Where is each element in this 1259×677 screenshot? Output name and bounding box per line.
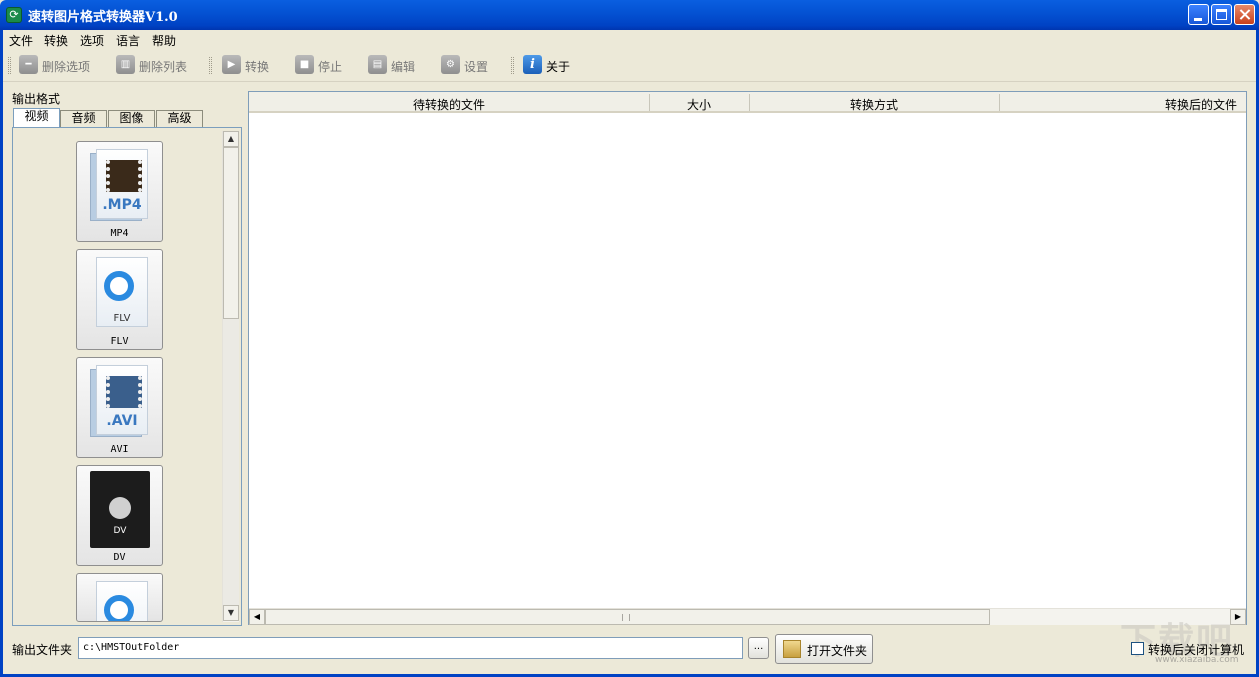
- menu-help[interactable]: 帮助: [152, 32, 176, 49]
- format-scrollbar[interactable]: ▲ ▼: [222, 131, 239, 622]
- open-folder-button[interactable]: 打开文件夹: [775, 634, 873, 664]
- shutdown-checkbox[interactable]: [1131, 642, 1144, 655]
- toolbar-grip[interactable]: [511, 57, 514, 74]
- format-mp4[interactable]: .MP4 MP4: [76, 141, 163, 242]
- info-icon: i: [523, 55, 542, 74]
- format-label: AVI: [110, 444, 129, 455]
- format-label: DV: [113, 552, 126, 563]
- play-icon: ▶: [222, 55, 241, 74]
- scroll-down-icon[interactable]: ▼: [223, 605, 239, 621]
- scroll-thumb[interactable]: [223, 147, 239, 319]
- scroll-up-icon[interactable]: ▲: [223, 131, 239, 147]
- menu-options[interactable]: 选项: [80, 32, 104, 49]
- format-next[interactable]: [76, 573, 163, 622]
- col-source-file[interactable]: 待转换的文件: [249, 96, 649, 113]
- minimize-button[interactable]: [1188, 4, 1209, 25]
- toolbar: ━ 删除选项 ▥ 删除列表 ▶ 转换 ■ 停止 ▤ 编辑 ⚙ 设置 i 关于: [3, 48, 1256, 82]
- stop-icon: ■: [295, 55, 314, 74]
- app-icon[interactable]: ⟳: [6, 7, 22, 23]
- file-list-hscrollbar[interactable]: ◀ ▶: [249, 608, 1246, 625]
- window-title: 速转图片格式转换器V1.0: [28, 10, 178, 25]
- avi-file-icon: .AVI: [90, 365, 148, 438]
- mp4-file-icon: .MP4: [90, 149, 148, 222]
- menu-convert[interactable]: 转换: [44, 32, 68, 49]
- output-format-label: 输出格式: [12, 92, 61, 106]
- tab-image[interactable]: 图像: [108, 110, 155, 127]
- tab-audio[interactable]: 音频: [60, 110, 107, 127]
- toolbar-grip[interactable]: [209, 57, 212, 74]
- file-list-header: 待转换的文件 大小 转换方式 转换后的文件: [249, 92, 1246, 113]
- tab-video[interactable]: 视频: [13, 108, 60, 127]
- shutdown-label[interactable]: 转换后关闭计算机: [1148, 641, 1244, 658]
- gear-icon: ⚙: [441, 55, 460, 74]
- maximize-button[interactable]: [1211, 4, 1232, 25]
- maximize-icon: [1216, 9, 1227, 20]
- menu-file[interactable]: 文件: [9, 32, 33, 49]
- film-edit-icon: ▤: [368, 55, 387, 74]
- format-label: MP4: [110, 228, 129, 239]
- tab-advanced[interactable]: 高级: [156, 110, 203, 127]
- output-folder-input[interactable]: c:\HMSTOutFolder: [78, 637, 743, 659]
- col-output-file[interactable]: 转换后的文件: [999, 96, 1237, 113]
- format-label: FLV: [110, 336, 129, 347]
- close-button[interactable]: [1234, 4, 1255, 25]
- flv-file-icon: FLV: [90, 257, 148, 330]
- format-dv[interactable]: DV DV: [76, 465, 163, 566]
- menu-language[interactable]: 语言: [116, 32, 140, 49]
- menu-bar: 文件 转换 选项 语言 帮助: [3, 30, 1256, 48]
- quicktime-file-icon: [90, 581, 148, 621]
- trash-icon: ▥: [116, 55, 135, 74]
- title-bar[interactable]: ⟳ 速转图片格式转换器V1.0: [0, 0, 1259, 30]
- folder-icon: [783, 640, 801, 658]
- scroll-left-icon[interactable]: ◀: [249, 609, 265, 625]
- format-flv[interactable]: FLV FLV: [76, 249, 163, 350]
- minimize-icon: [1194, 18, 1202, 21]
- format-panel: .MP4 MP4 FLV FLV .AVI AVI DV DV: [12, 127, 242, 626]
- col-size[interactable]: 大小: [649, 96, 749, 113]
- col-convert-mode[interactable]: 转换方式: [749, 96, 999, 113]
- toolbar-grip[interactable]: [8, 57, 11, 74]
- dv-file-icon: DV: [90, 471, 150, 548]
- minus-icon: ━: [19, 55, 38, 74]
- format-avi[interactable]: .AVI AVI: [76, 357, 163, 458]
- browse-button[interactable]: ...: [748, 637, 769, 659]
- hscroll-thumb[interactable]: [265, 609, 990, 625]
- file-list[interactable]: 待转换的文件 大小 转换方式 转换后的文件 ◀ ▶: [248, 91, 1247, 625]
- output-folder-label: 输出文件夹: [12, 643, 73, 657]
